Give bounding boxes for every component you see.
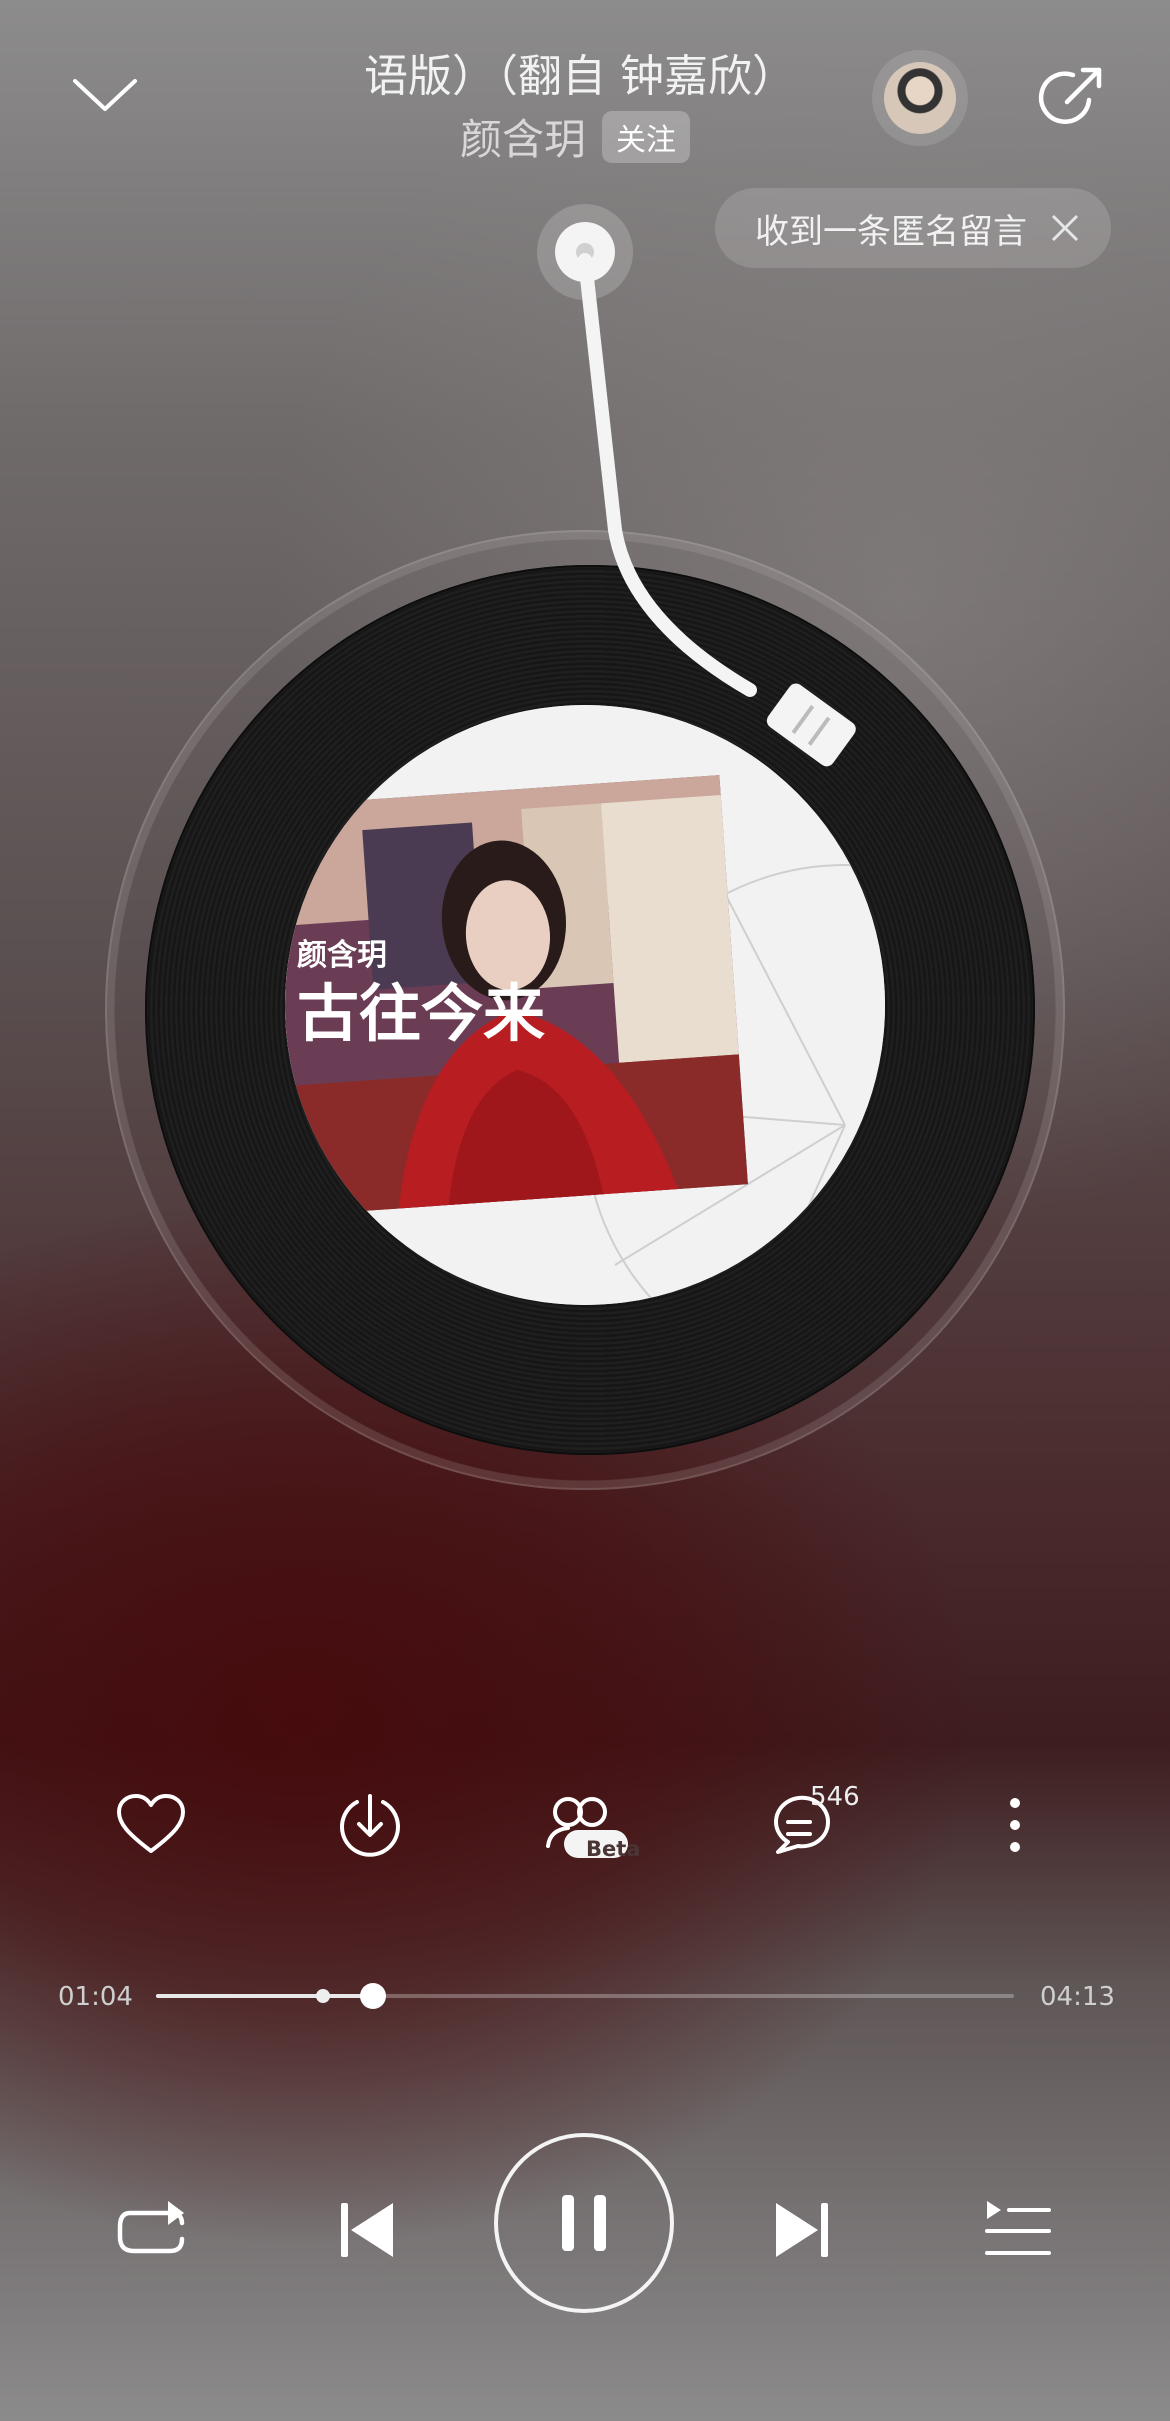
share-icon bbox=[1038, 67, 1102, 124]
song-title[interactable]: 语版）（翻自 钟嘉欣） bbox=[300, 40, 860, 104]
beta-badge: Beta bbox=[586, 1837, 641, 1861]
avatar[interactable] bbox=[884, 62, 956, 134]
cover-album-text: 古往今来 bbox=[297, 977, 545, 1050]
notice-close-button[interactable] bbox=[1041, 204, 1089, 252]
close-icon bbox=[1051, 214, 1079, 242]
pause-button[interactable] bbox=[494, 2133, 674, 2313]
artist-name[interactable]: 颜含玥 bbox=[460, 106, 586, 167]
comment-count: 546 bbox=[810, 1782, 860, 1812]
download-button[interactable] bbox=[315, 1775, 425, 1875]
more-button[interactable] bbox=[960, 1775, 1070, 1875]
progress-bar[interactable] bbox=[156, 1983, 1014, 2009]
next-button[interactable] bbox=[742, 2170, 862, 2290]
listen-together-button[interactable]: Beta bbox=[532, 1775, 642, 1875]
repeat-button[interactable] bbox=[92, 2170, 212, 2290]
next-icon bbox=[776, 2203, 828, 2257]
current-time: 01:04 bbox=[58, 1982, 133, 2012]
total-time: 04:13 bbox=[1040, 1982, 1115, 2012]
pause-icon bbox=[562, 2195, 606, 2251]
progress-handle[interactable] bbox=[360, 1983, 387, 2009]
playlist-button[interactable] bbox=[958, 2170, 1078, 2290]
repeat-icon bbox=[117, 2201, 185, 2254]
played-bar bbox=[156, 1994, 374, 1998]
cover-artist-text: 颜含玥 bbox=[297, 938, 387, 973]
chevron-down-icon bbox=[73, 79, 137, 111]
artist-row: 颜含玥 关注 bbox=[460, 106, 691, 167]
previous-icon bbox=[341, 2203, 393, 2257]
download-icon bbox=[340, 1794, 400, 1857]
follow-button[interactable]: 关注 bbox=[602, 110, 691, 163]
share-button[interactable] bbox=[1030, 55, 1114, 139]
previous-button[interactable] bbox=[307, 2170, 427, 2290]
tonearm bbox=[537, 204, 856, 767]
buffered-marker bbox=[316, 1989, 331, 2003]
playlist-icon bbox=[985, 2201, 1051, 2255]
heart-icon bbox=[117, 1794, 185, 1853]
more-vertical-icon bbox=[1010, 1798, 1020, 1852]
collapse-button[interactable] bbox=[60, 60, 150, 130]
like-button[interactable] bbox=[96, 1775, 206, 1875]
